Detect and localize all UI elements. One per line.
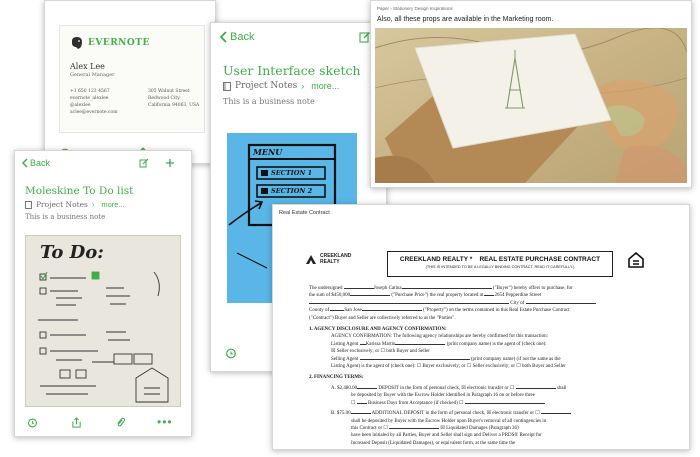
sketch-menu-label: MENU: [253, 147, 283, 157]
sketch-section-1-label: SECTION 1: [271, 169, 313, 177]
back-label: Back: [30, 158, 51, 168]
chevron-right-icon: ›: [91, 200, 95, 209]
chevron-left-icon: [21, 158, 28, 168]
brand-name: EVERNOTE: [88, 38, 150, 48]
marketing-props-note[interactable]: Paper › Stationery Design Inspirations A…: [370, 0, 692, 188]
real-estate-contract-note[interactable]: Real Estate Contract CREEKLAND REALTY CR…: [272, 204, 690, 450]
note-tagline: This is a business note: [25, 213, 106, 221]
section-financing: 2. FINANCING TERMS:: [309, 375, 364, 381]
note-title: Moleskine To Do list: [25, 185, 134, 197]
note-tagline: This is a business note: [223, 97, 315, 106]
card-contacts: +1 650 123 4567 evernote_alexlee @alexle…: [70, 88, 118, 116]
edit-icon[interactable]: [139, 158, 149, 168]
equal-housing-icon: [628, 251, 644, 268]
card-city: Redwood City: [148, 96, 180, 101]
business-card-note[interactable]: EVERNOTE Alex Lee General Manager +1 650…: [44, 0, 216, 164]
card-street: 305 Walnut Street: [148, 89, 190, 94]
add-icon[interactable]: [165, 158, 175, 168]
property-city: San Jose: [344, 308, 362, 314]
contract-body: The undersigned Joseph Catina ("Buyer") …: [309, 285, 659, 447]
back-button[interactable]: Back: [219, 31, 254, 43]
additional-deposit-amount: 75.00: [339, 411, 351, 417]
moleskine-toolbar: •••: [15, 413, 191, 431]
card-phone: +1 650 123 4567: [70, 89, 110, 94]
property-address: 2654 Pepperdine Street: [494, 293, 542, 299]
notebook-name[interactable]: Project Notes: [36, 200, 88, 209]
more-link[interactable]: more...: [101, 200, 124, 209]
note-title: User Interface sketch: [223, 63, 361, 78]
chevron-right-icon: ›: [301, 81, 305, 91]
notebook-icon: [223, 81, 231, 91]
listing-agent: Karissa Martin: [365, 341, 396, 347]
attachment-paperclip-icon[interactable]: [115, 417, 126, 428]
card-person-role: General Manager: [70, 72, 115, 78]
note-header: Real Estate Contract: [279, 210, 330, 216]
card-state: California 94063, USA: [148, 103, 200, 108]
contract-title-box: CREEKLAND REALTY * REAL ESTATE PURCHASE …: [387, 251, 613, 277]
notebook-icon: [25, 200, 32, 209]
buyer-name: Joseph Catina: [373, 286, 402, 291]
card-email: aclee@evernote.com: [70, 110, 118, 115]
marketing-photo: [375, 28, 687, 183]
more-options-icon[interactable]: •••: [157, 416, 173, 428]
note-caption: Also, all these props are available in t…: [377, 16, 554, 23]
moleskine-note[interactable]: Back Moleskine To Do list Project Notes …: [14, 150, 192, 437]
photo-envelope-map: [375, 28, 687, 183]
contract-subtitle: (THIS IS INTENDED TO BE A LEGALLY BINDIN…: [425, 265, 575, 269]
card-person-name: Alex Lee: [70, 62, 105, 71]
back-button[interactable]: Back: [21, 158, 50, 168]
breadcrumb[interactable]: Paper › Stationery Design Inspirations: [377, 6, 453, 11]
handwritten-todo-list: [38, 271, 169, 403]
section-agency: 1. AGENCY DISCLOSURE AND AGENCY CONFIRMA…: [309, 327, 447, 333]
contract-document: CREEKLAND REALTY CREEKLAND REALTY * REAL…: [295, 225, 671, 447]
logo-line-2: REALTY: [320, 259, 340, 265]
note-meta: Project Notes › more...: [25, 200, 125, 209]
business-card: EVERNOTE Alex Lee General Manager +1 650…: [59, 25, 205, 133]
card-address: 305 Walnut Street Redwood City Californi…: [148, 88, 199, 109]
notebook-photo: To Do:: [25, 235, 181, 407]
evernote-elephant-icon: [72, 37, 82, 49]
contract-title: CREEKLAND REALTY * REAL ESTATE PURCHASE …: [399, 256, 601, 263]
purchase-price: 450,000: [333, 293, 351, 299]
reminder-alarm-icon[interactable]: [27, 417, 38, 428]
reminder-alarm-icon[interactable]: [225, 347, 237, 359]
realty-logo-icon: [306, 255, 316, 264]
card-twitter: @alexlee: [70, 103, 91, 108]
note-meta: Project Notes › more...: [223, 81, 339, 91]
share-icon[interactable]: [71, 416, 82, 428]
more-link[interactable]: more...: [311, 81, 339, 91]
deposit-amount: 2,480.00: [339, 385, 358, 391]
sketch-section-2-label: SECTION 2: [271, 187, 313, 195]
notebook-name[interactable]: Project Notes: [235, 81, 297, 91]
chevron-left-icon: [219, 31, 227, 43]
realty-logo: CREEKLAND REALTY: [305, 253, 351, 265]
card-evernote-id: evernote_alexlee: [70, 96, 109, 101]
back-label: Back: [230, 31, 255, 43]
